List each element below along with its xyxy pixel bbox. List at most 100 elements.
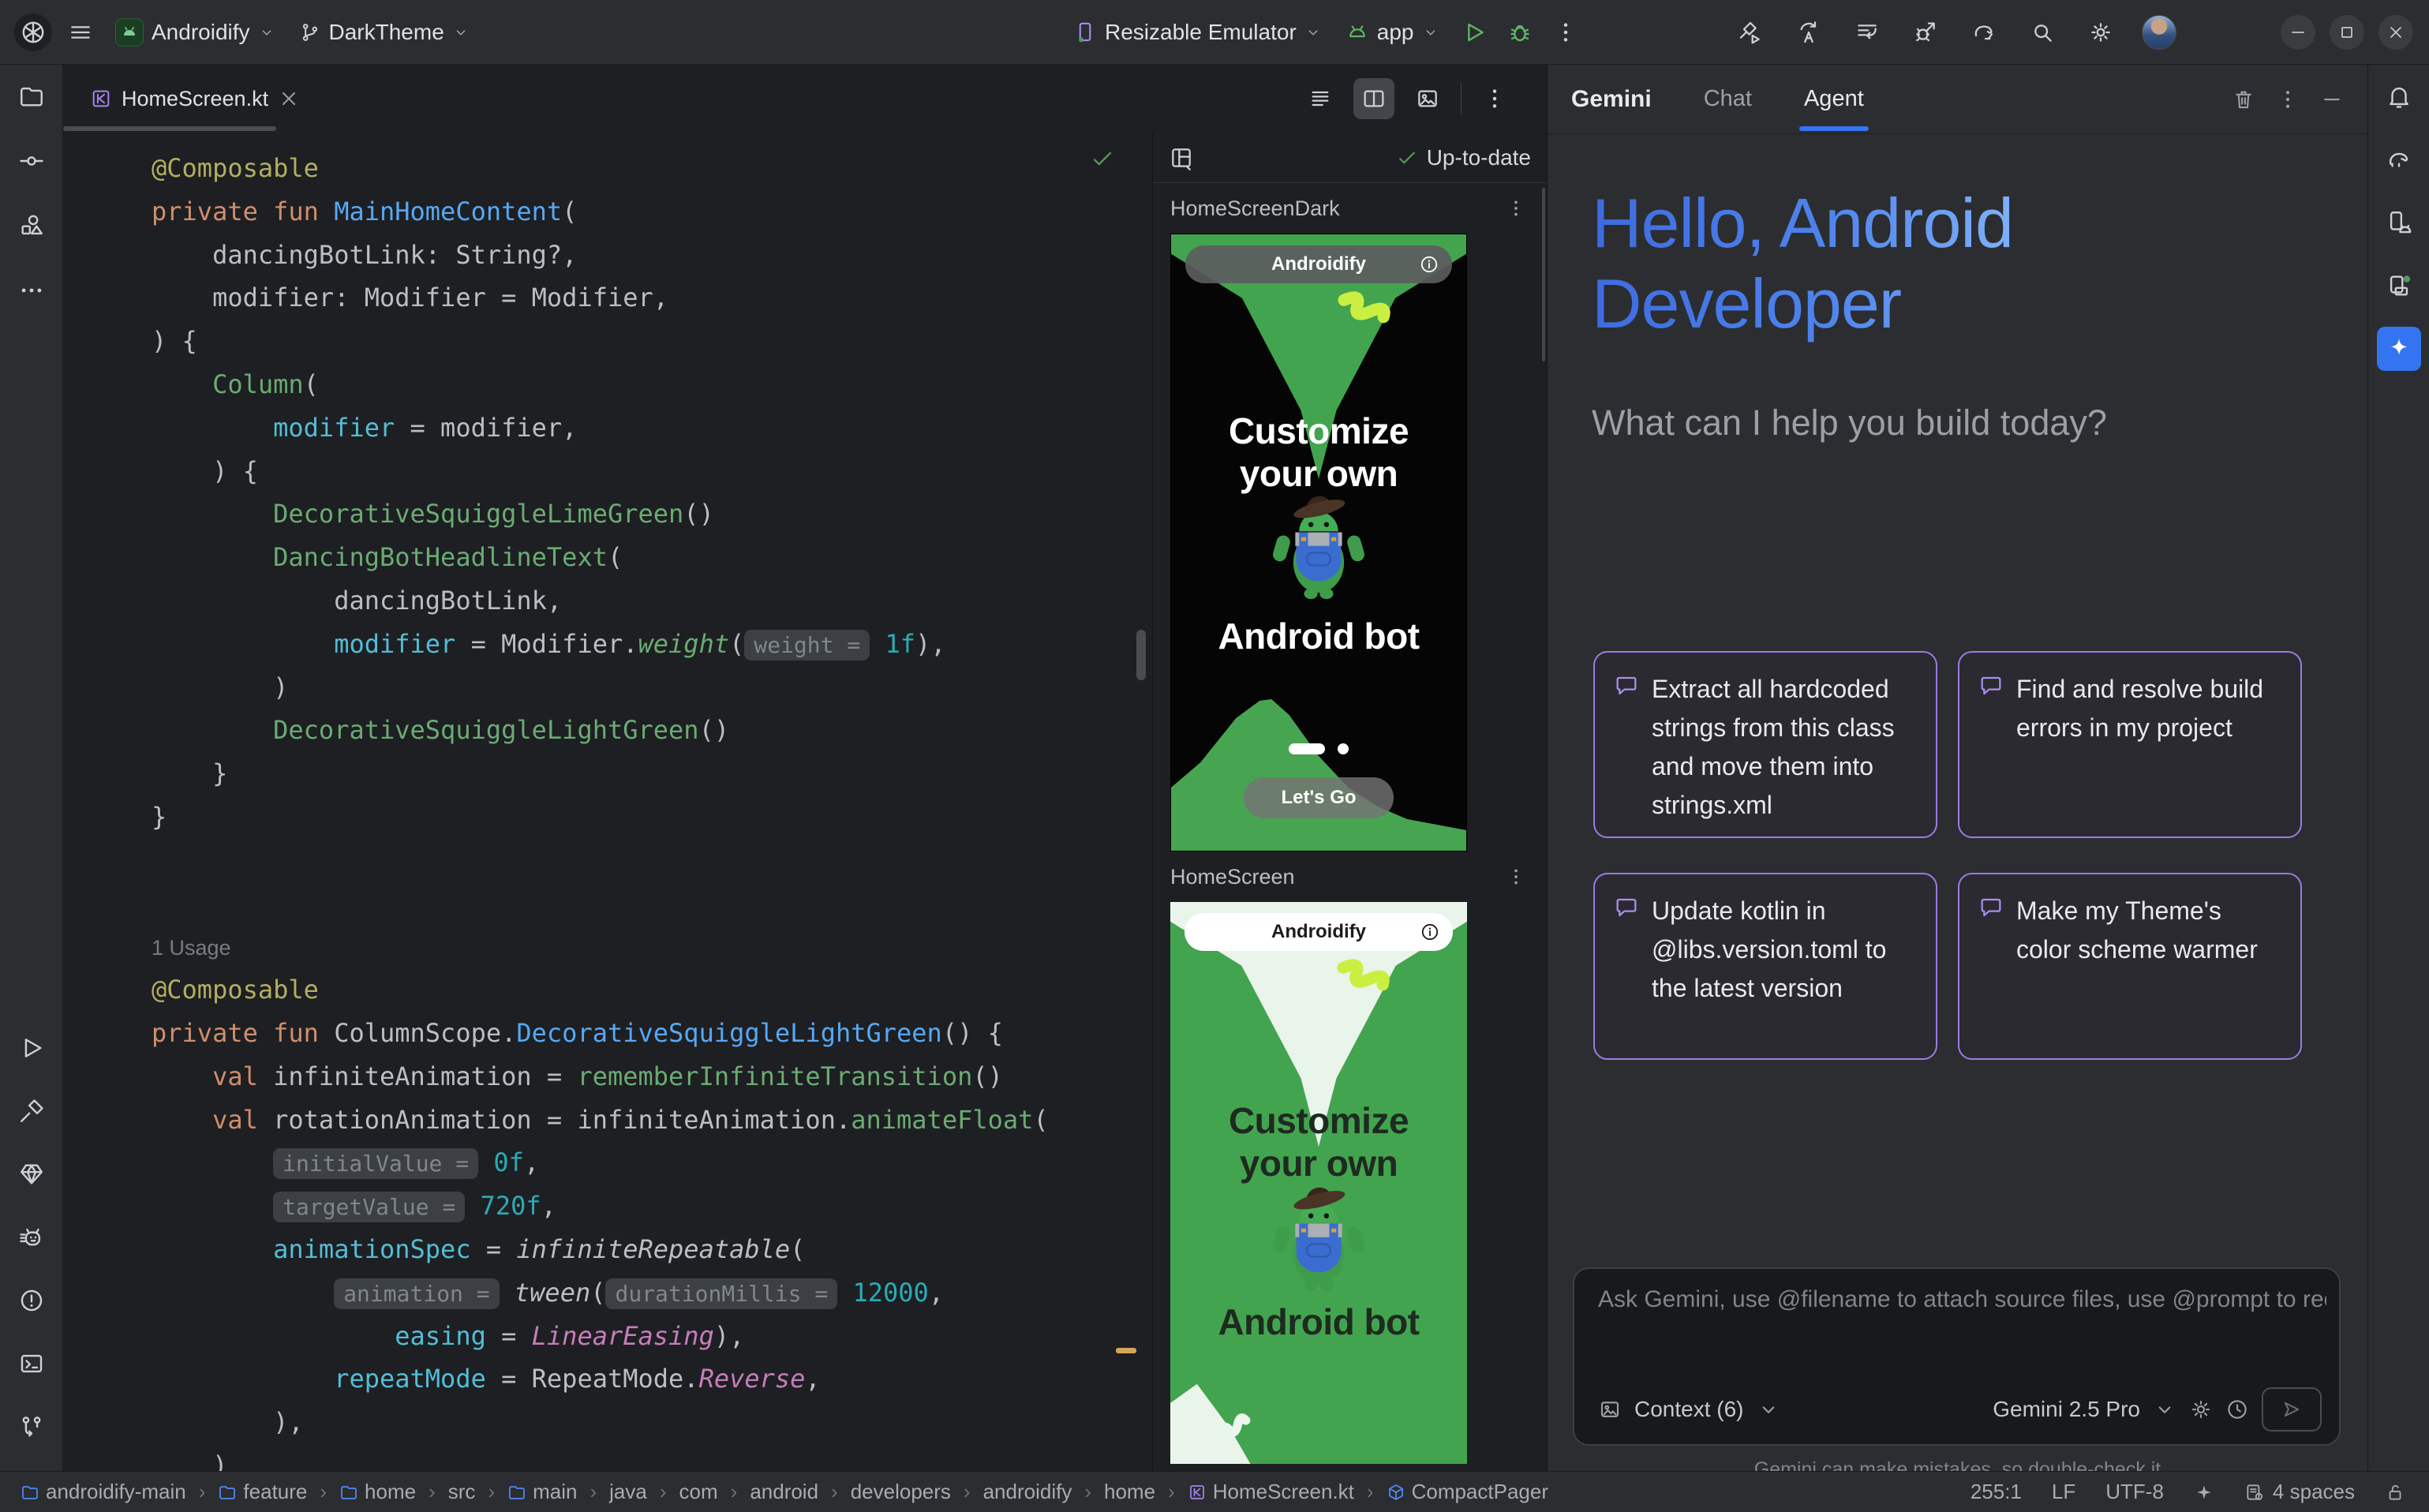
logcat-cat-tool-button[interactable] xyxy=(9,1215,54,1259)
line-ending[interactable]: LF xyxy=(2052,1480,2075,1504)
breadcrumb-item[interactable]: android xyxy=(750,1480,818,1504)
kebab-menu-icon[interactable] xyxy=(1506,866,1526,887)
breadcrumb-item[interactable]: com xyxy=(679,1480,718,1504)
debug-button[interactable] xyxy=(1503,15,1537,50)
breadcrumb-item[interactable]: src xyxy=(448,1480,476,1504)
gemini-spark-tool-button[interactable] xyxy=(2377,327,2421,371)
close-icon xyxy=(2386,23,2405,42)
inspection-ok-icon xyxy=(1089,145,1116,172)
lines-undo-icon xyxy=(1854,20,1880,45)
recent-changes-button[interactable] xyxy=(1850,15,1884,50)
suggestion-card[interactable]: Extract all hardcoded strings from this … xyxy=(1593,651,1937,838)
minimize-button[interactable] xyxy=(2281,15,2315,50)
breadcrumb-label: java xyxy=(609,1480,647,1504)
breadcrumb-item[interactable]: HomeScreen.kt xyxy=(1188,1480,1354,1504)
breadcrumb-item[interactable]: main xyxy=(507,1480,577,1504)
suggestion-card[interactable]: Find and resolve build errors in my proj… xyxy=(1958,651,2302,838)
project-selector[interactable]: Androidify xyxy=(109,13,282,51)
more-run-options-button[interactable] xyxy=(1548,15,1583,50)
breadcrumb-item[interactable]: home xyxy=(339,1480,416,1504)
problems-tool-button[interactable] xyxy=(9,1278,54,1323)
preview-scrollbar[interactable] xyxy=(1542,188,1545,361)
breadcrumb-label: CompactPager xyxy=(1412,1480,1548,1504)
build-run-button[interactable] xyxy=(1733,15,1768,50)
user-avatar[interactable] xyxy=(2142,15,2176,50)
app-quality-gem-tool-button[interactable] xyxy=(9,1152,54,1196)
search-everywhere-button[interactable] xyxy=(2025,15,2060,50)
editor-options-button[interactable] xyxy=(1474,78,1515,119)
gradle-elephant-tool-button[interactable] xyxy=(2377,137,2421,182)
lock-icon[interactable] xyxy=(2385,1482,2405,1503)
history-icon[interactable] xyxy=(2225,1398,2249,1421)
ai-status-icon[interactable] xyxy=(2194,1482,2214,1503)
code-token: () { xyxy=(942,1018,1003,1048)
breadcrumb-item[interactable]: androidify-main xyxy=(21,1480,186,1504)
device-manager-tool-button[interactable] xyxy=(2377,200,2421,245)
breadcrumb-item[interactable]: developers xyxy=(851,1480,951,1504)
apply-changes-button[interactable] xyxy=(1791,15,1826,50)
greeting-line-1: Hello, Android xyxy=(1592,183,2013,264)
model-selector[interactable]: Gemini 2.5 Pro xyxy=(1993,1397,2140,1422)
module-selector[interactable]: app xyxy=(1339,15,1446,50)
suggestion-card[interactable]: Make my Theme's color scheme warmer xyxy=(1958,873,2302,1060)
build-hammer-tool-button[interactable] xyxy=(9,1089,54,1133)
commit-tool-button[interactable] xyxy=(9,139,54,183)
split-view-button[interactable] xyxy=(1353,78,1394,119)
tab-chat[interactable]: Chat xyxy=(1704,65,1752,134)
tab-agent[interactable]: Agent xyxy=(1804,65,1864,134)
code-line: DecorativeSquiggleLightGreen() xyxy=(152,709,1152,752)
restore-button[interactable] xyxy=(2330,15,2364,50)
resource-shapes-tool-button[interactable] xyxy=(9,204,54,248)
kebab-menu-icon[interactable] xyxy=(1506,198,1526,219)
tab-close-icon[interactable] xyxy=(278,88,300,110)
code-editor[interactable]: @Composableprivate fun MainHomeContent( … xyxy=(63,133,1152,1471)
running-devices-tool-button[interactable] xyxy=(2377,264,2421,308)
breadcrumb-item[interactable]: androidify xyxy=(983,1480,1072,1504)
trash-icon[interactable] xyxy=(2232,88,2255,111)
profiler-button[interactable] xyxy=(1908,15,1943,50)
breadcrumb-item[interactable]: CompactPager xyxy=(1387,1480,1548,1504)
lets-go-button[interactable]: Let's Go xyxy=(1244,777,1394,818)
caret-position[interactable]: 255:1 xyxy=(1971,1480,2022,1504)
more-tools-tool-button[interactable] xyxy=(9,268,54,313)
preview-layout-icon[interactable] xyxy=(1169,145,1194,170)
suggestion-card[interactable]: Update kotlin in @libs.version.toml to t… xyxy=(1593,873,1937,1060)
context-selector[interactable]: Context (6) xyxy=(1634,1397,1744,1422)
send-button[interactable] xyxy=(2262,1387,2322,1432)
run-tool-button[interactable] xyxy=(9,1026,54,1070)
kotlin-icon xyxy=(1188,1483,1207,1502)
main-menu-button[interactable] xyxy=(63,15,98,50)
gemini-prompt-box[interactable]: Ask Gemini, use @filename to attach sour… xyxy=(1573,1267,2341,1446)
code-token xyxy=(152,499,273,529)
breadcrumb-label: HomeScreen.kt xyxy=(1213,1480,1354,1504)
gradle-sync-button[interactable] xyxy=(1967,15,2001,50)
editor-view-toggles xyxy=(1300,78,1534,119)
phone-preview-dark[interactable]: Androidify Customize your own xyxy=(1170,234,1467,851)
code-view-button[interactable] xyxy=(1300,78,1341,119)
close-button[interactable] xyxy=(2378,15,2413,50)
breadcrumb-item[interactable]: feature xyxy=(218,1480,307,1504)
device-selector[interactable]: Resizable Emulator xyxy=(1067,15,1328,50)
hide-panel-icon[interactable] xyxy=(2320,88,2344,111)
design-view-button[interactable] xyxy=(1407,78,1448,119)
editor-scrollbar[interactable] xyxy=(1136,630,1146,680)
breadcrumb[interactable]: androidify-main›feature›home›src›main›ja… xyxy=(21,1480,1952,1504)
vcs-branch-selector[interactable]: DarkTheme xyxy=(293,15,476,50)
breadcrumb-item[interactable]: home xyxy=(1104,1480,1155,1504)
attach-image-icon[interactable] xyxy=(1598,1398,1622,1421)
breadcrumb-item[interactable]: java xyxy=(609,1480,647,1504)
version-control-tool-button[interactable] xyxy=(9,1405,54,1449)
tab-horizontal-scrollbar[interactable] xyxy=(63,126,276,131)
run-button[interactable] xyxy=(1457,15,1491,50)
phone-preview-light[interactable]: Androidify Customize your own xyxy=(1170,902,1467,1464)
kebab-menu-icon[interactable] xyxy=(2276,88,2300,111)
indent-setting[interactable]: 4 spaces xyxy=(2244,1480,2355,1504)
settings-button[interactable] xyxy=(2083,15,2118,50)
terminal-tool-button[interactable] xyxy=(9,1342,54,1386)
gemini-settings-icon[interactable] xyxy=(2189,1398,2213,1421)
code-line: repeatMode = RepeatMode.Reverse, xyxy=(152,1357,1152,1401)
file-encoding[interactable]: UTF-8 xyxy=(2105,1480,2164,1504)
notifications-bell-tool-button[interactable] xyxy=(2377,74,2421,118)
project-folder-tool-button[interactable] xyxy=(9,74,54,118)
tab-homescreen-kt[interactable]: HomeScreen.kt xyxy=(76,73,314,124)
